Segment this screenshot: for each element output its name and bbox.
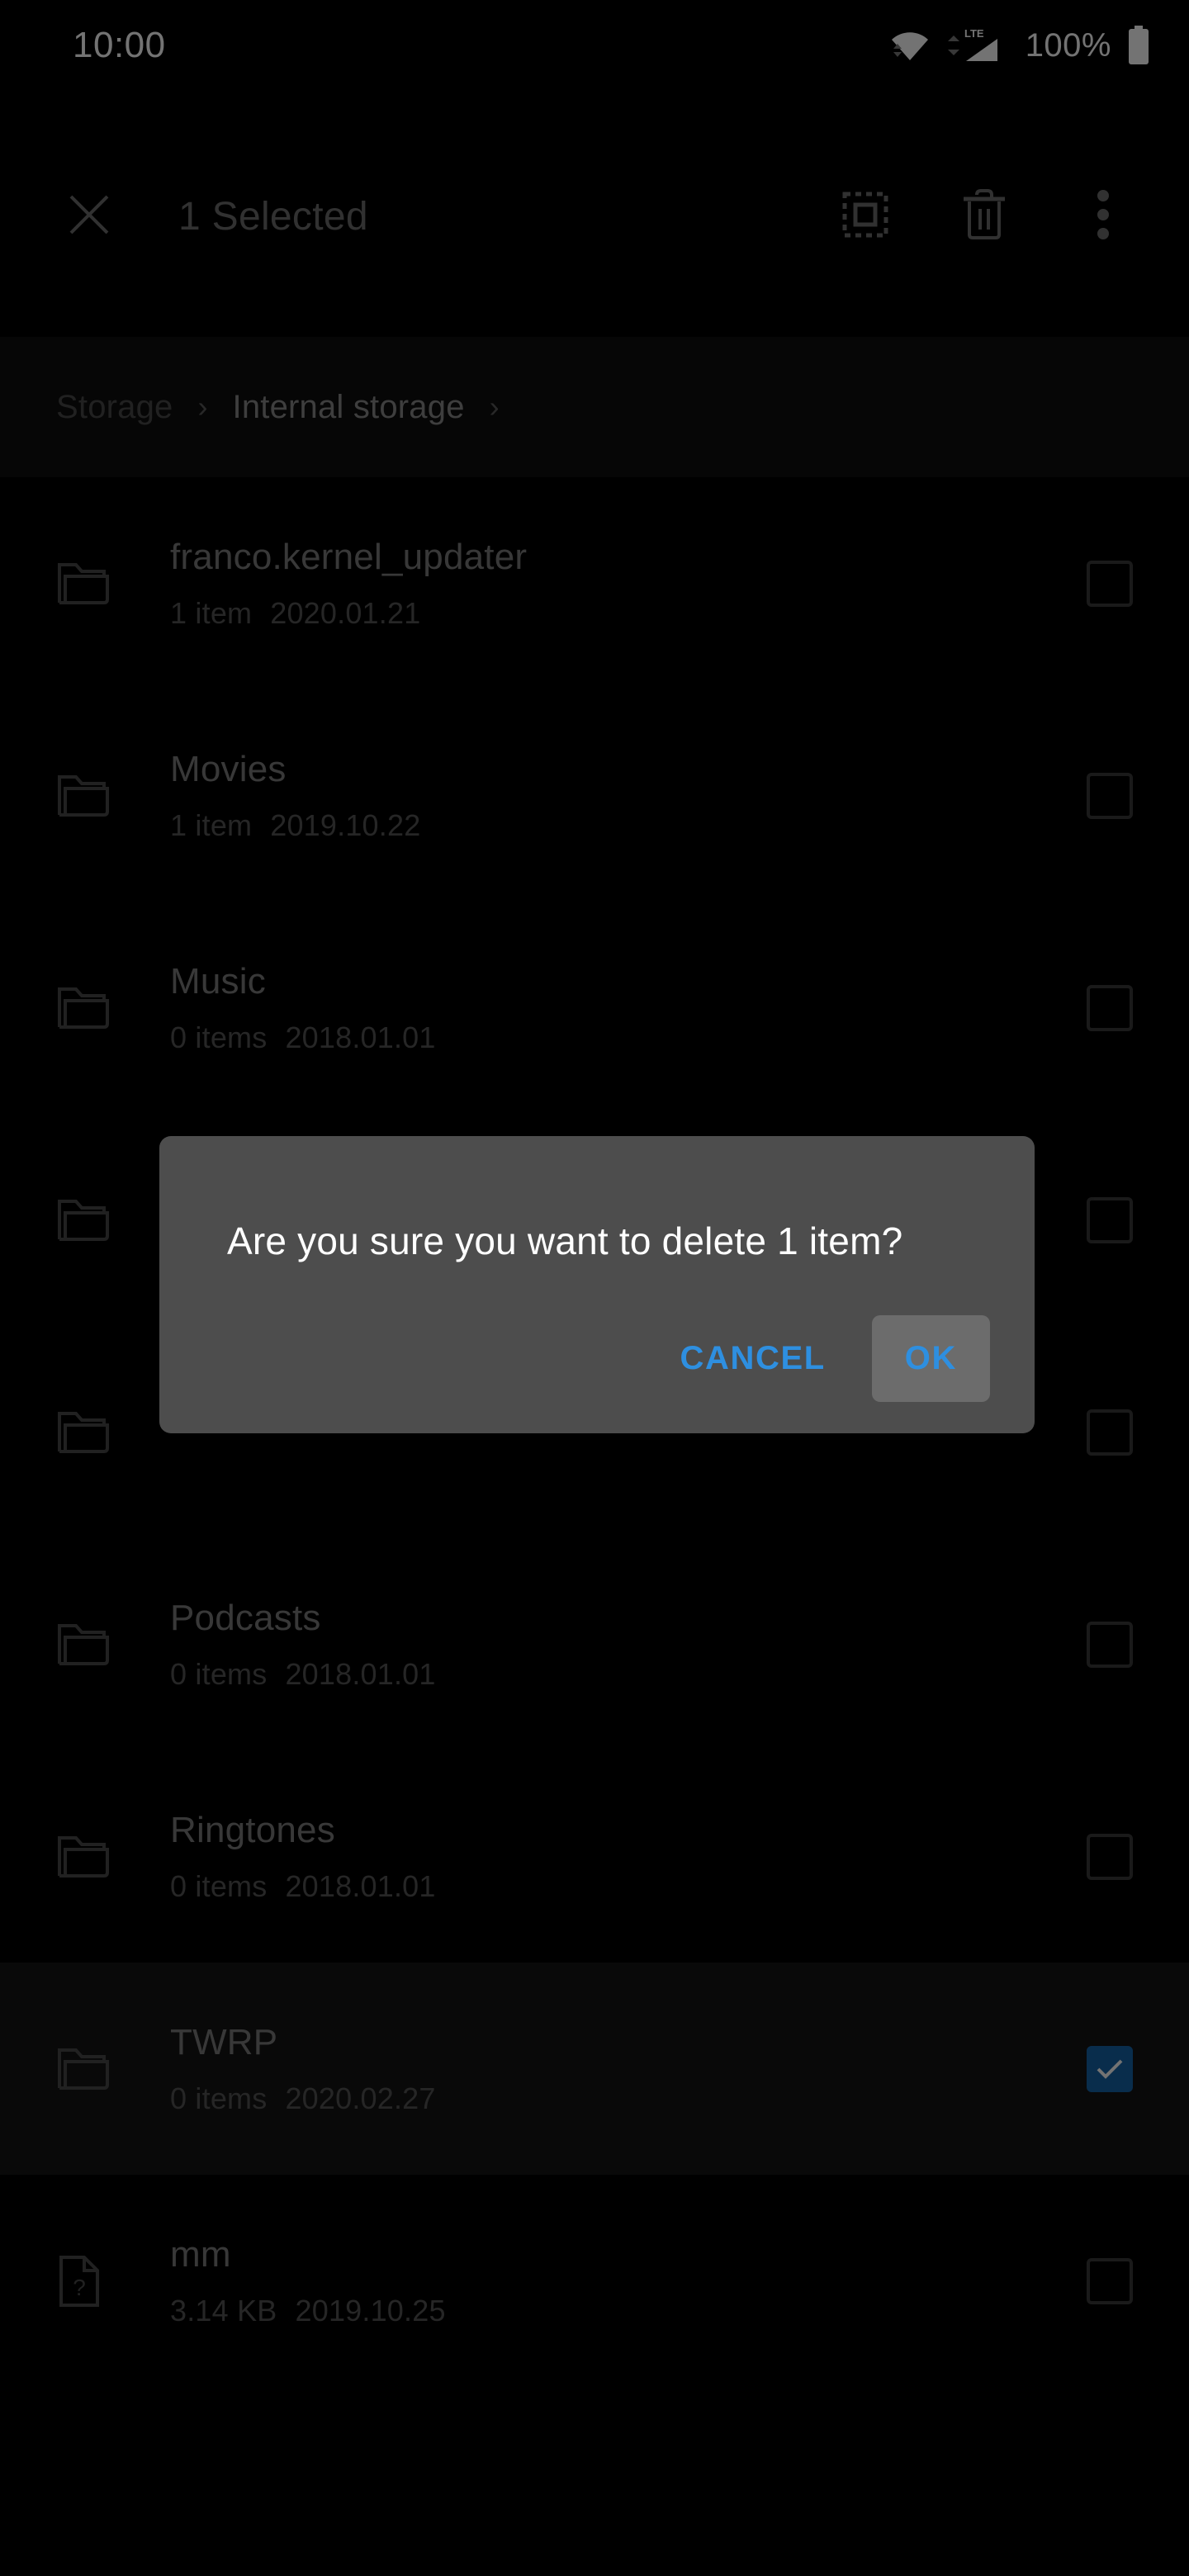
phone-screen: 10:00 LTE 100% — [0, 0, 1189, 2576]
ok-button[interactable]: OK — [871, 1314, 990, 1402]
dialog-actions: CANCEL OK — [159, 1267, 1035, 1433]
delete-confirmation-dialog: Are you sure you want to delete 1 item? … — [159, 1136, 1035, 1433]
dialog-message: Are you sure you want to delete 1 item? — [227, 1219, 903, 1262]
cancel-button[interactable]: CANCEL — [652, 1315, 854, 1402]
